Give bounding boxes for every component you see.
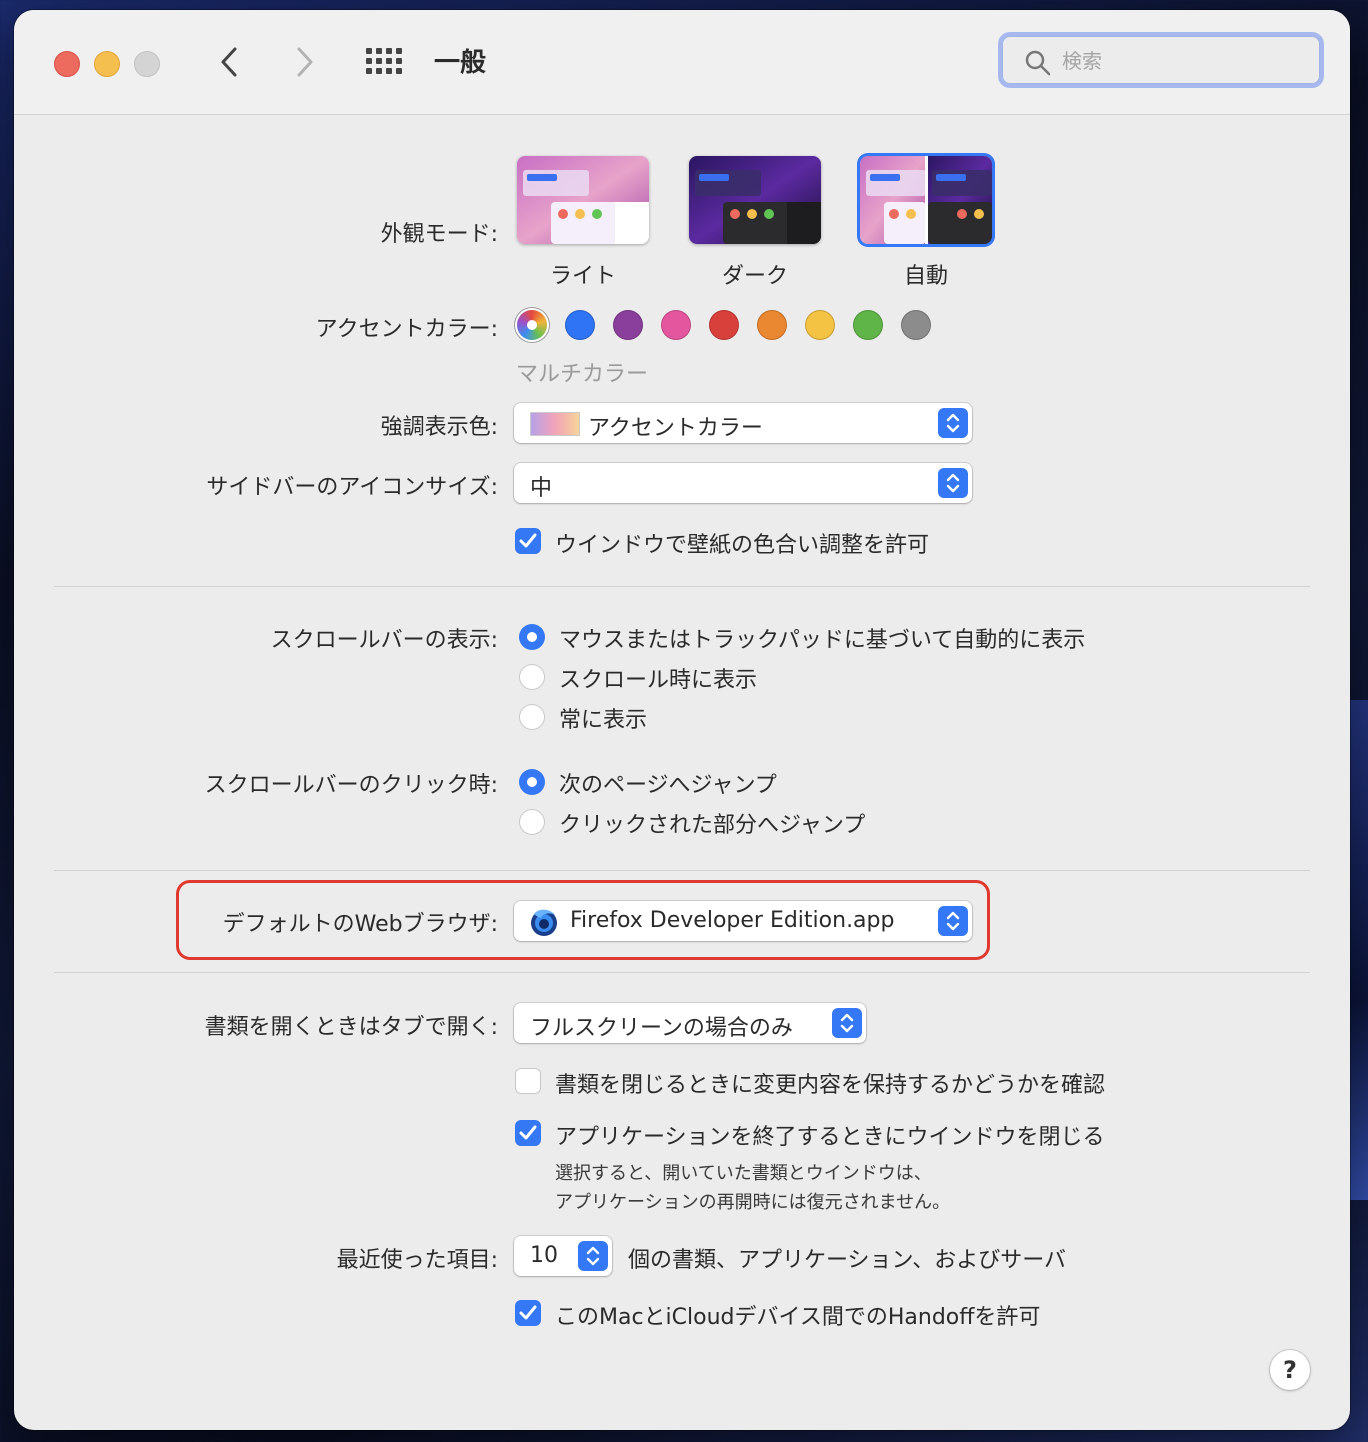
- sidebar-icon-size-popup[interactable]: 中: [514, 463, 972, 503]
- ask-keep-changes-label: 書類を閉じるときに変更内容を保持するかどうかを確認: [555, 1073, 1106, 1098]
- open-in-tabs-stepper: [832, 1008, 862, 1038]
- zoom-window-button[interactable]: [134, 51, 160, 77]
- accent-selected-name: マルチカラー: [516, 362, 649, 387]
- recent-items-suffix: 個の書類、アプリケーション、およびサーバ: [628, 1248, 1067, 1273]
- jump-clicked-spot-radio[interactable]: [519, 809, 545, 835]
- recent-items-popup[interactable]: 10: [514, 1236, 612, 1276]
- appearance-light-thumbnail[interactable]: [517, 156, 649, 244]
- close-windows-checkbox[interactable]: [515, 1120, 541, 1146]
- default-browser-stepper: [938, 906, 968, 936]
- scrollbar-auto-label: マウスまたはトラックパッドに基づいて自動的に表示: [559, 628, 1086, 653]
- divider: [54, 972, 1310, 973]
- divider: [54, 870, 1310, 871]
- accent-green-swatch[interactable]: [853, 310, 883, 340]
- checkmark-icon: [519, 1305, 537, 1320]
- scrollbar-always-radio[interactable]: [519, 704, 545, 730]
- accent-color-label: アクセントカラー:: [315, 317, 498, 342]
- highlight-color-popup[interactable]: アクセントカラー: [514, 403, 972, 443]
- back-button[interactable]: [212, 44, 246, 80]
- highlight-color-stepper: [938, 408, 968, 438]
- wallpaper-tint-checkbox[interactable]: [515, 528, 541, 554]
- firefox-developer-icon: [531, 909, 557, 936]
- scrollbar-when-scrolling-radio[interactable]: [519, 664, 545, 690]
- appearance-dark-caption: ダーク: [721, 264, 788, 289]
- highlight-color-label: 強調表示色:: [380, 415, 498, 440]
- scrollbar-auto-radio[interactable]: [519, 624, 545, 650]
- checkmark-icon: [519, 1125, 537, 1140]
- show-all-button[interactable]: [366, 48, 404, 76]
- sidebar-icon-size-stepper: [938, 468, 968, 498]
- default-browser-popup[interactable]: Firefox Developer Edition.app: [514, 901, 972, 941]
- auto-mode-preview: [860, 156, 992, 244]
- handoff-checkbox[interactable]: [515, 1300, 541, 1326]
- divider: [54, 586, 1310, 587]
- up-down-chevron-icon: [946, 911, 960, 931]
- minimize-window-button[interactable]: [94, 51, 120, 77]
- jump-next-page-label: 次のページへジャンプ: [559, 773, 777, 798]
- default-browser-label: デフォルトのWebブラウザ:: [222, 912, 498, 937]
- accent-purple-swatch[interactable]: [613, 310, 643, 340]
- grid-icon: [366, 48, 402, 74]
- search-input[interactable]: [1060, 44, 1304, 78]
- open-in-tabs-value: フルスクリーンの場合のみ: [530, 1016, 793, 1041]
- up-down-chevron-icon: [586, 1246, 600, 1266]
- accent-graphite-swatch[interactable]: [901, 310, 931, 340]
- open-in-tabs-label: 書類を開くときはタブで開く:: [204, 1015, 498, 1040]
- recent-items-stepper: [578, 1241, 608, 1271]
- window-title: 一般: [434, 48, 487, 78]
- accent-multicolor-swatch[interactable]: [517, 310, 547, 340]
- scrollbar-always-label: 常に表示: [559, 708, 648, 733]
- accent-orange-swatch[interactable]: [757, 310, 787, 340]
- recent-items-label: 最近使った項目:: [336, 1248, 498, 1273]
- scrollbar-show-label: スクロールバーの表示:: [270, 628, 498, 653]
- appearance-light-caption: ライト: [549, 264, 616, 289]
- wallpaper-tint-label: ウインドウで壁紙の色合い調整を許可: [555, 533, 930, 558]
- accent-yellow-swatch[interactable]: [805, 310, 835, 340]
- scrollbar-when-scrolling-label: スクロール時に表示: [559, 668, 758, 693]
- search-icon: [1025, 50, 1051, 76]
- appearance-auto-caption: 自動: [903, 264, 948, 289]
- appearance-label: 外観モード:: [380, 222, 498, 247]
- open-in-tabs-popup[interactable]: フルスクリーンの場合のみ: [514, 1003, 866, 1043]
- jump-next-page-radio[interactable]: [519, 769, 545, 795]
- ask-keep-changes-checkbox[interactable]: [515, 1068, 541, 1094]
- up-down-chevron-icon: [840, 1013, 854, 1033]
- chevron-right-icon: [297, 47, 313, 77]
- accent-red-swatch[interactable]: [709, 310, 739, 340]
- close-window-button[interactable]: [54, 51, 80, 77]
- scrollbar-click-label: スクロールバーのクリック時:: [204, 773, 498, 798]
- search-field[interactable]: [998, 32, 1324, 88]
- accent-blue-swatch[interactable]: [565, 310, 595, 340]
- up-down-chevron-icon: [946, 473, 960, 493]
- default-browser-value: Firefox Developer Edition.app: [570, 908, 895, 933]
- close-windows-note-line2: アプリケーションの再開時には復元されません。: [555, 1192, 951, 1213]
- jump-clicked-spot-label: クリックされた部分へジャンプ: [559, 813, 866, 838]
- dark-mode-preview: [689, 156, 821, 244]
- handoff-label: このMacとiCloudデバイス間でのHandoffを許可: [555, 1305, 1041, 1330]
- highlight-color-value: アクセントカラー: [588, 416, 763, 441]
- close-windows-label: アプリケーションを終了するときにウインドウを閉じる: [555, 1125, 1105, 1150]
- accent-pink-swatch[interactable]: [661, 310, 691, 340]
- recent-items-value: 10: [530, 1243, 558, 1268]
- toolbar: 一般: [14, 10, 1350, 115]
- close-windows-note-line1: 選択すると、開いていた書類とウインドウは、: [555, 1163, 932, 1184]
- chevron-left-icon: [221, 47, 237, 77]
- system-preferences-window: 一般 外観モード:: [14, 10, 1350, 1430]
- checkmark-icon: [519, 533, 537, 548]
- appearance-auto-thumbnail[interactable]: [860, 156, 992, 244]
- light-mode-preview: [517, 156, 649, 244]
- sidebar-icon-size-value: 中: [530, 476, 553, 501]
- appearance-dark-thumbnail[interactable]: [689, 156, 821, 244]
- help-button[interactable]: ?: [1270, 1350, 1310, 1390]
- forward-button[interactable]: [288, 44, 322, 80]
- sidebar-icon-size-label: サイドバーのアイコンサイズ:: [206, 475, 498, 500]
- up-down-chevron-icon: [946, 413, 960, 433]
- highlight-color-preview: [530, 412, 580, 436]
